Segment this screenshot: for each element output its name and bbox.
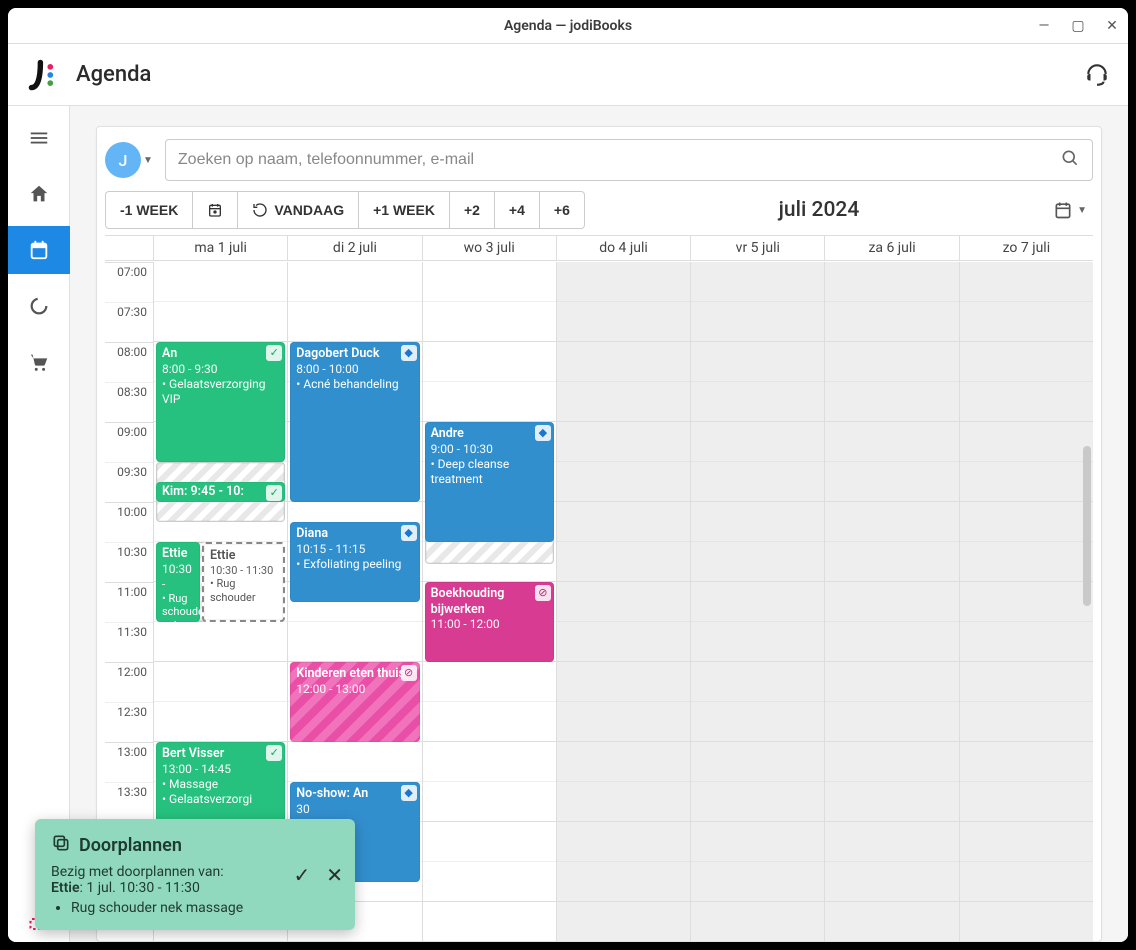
view-picker[interactable]: ▼	[1053, 200, 1093, 220]
time-label: 12:00	[105, 662, 153, 702]
day-header-row: ma 1 juli di 2 juli wo 3 juli do 4 juli …	[105, 236, 1093, 261]
titlebar: Agenda — jodiBooks — ▢ ✕	[8, 8, 1128, 44]
event-ettie[interactable]: Ettie 10:30 - • Rug schouder nek massa	[156, 542, 200, 622]
close-button[interactable]: ✕	[1104, 18, 1120, 34]
maximize-button[interactable]: ▢	[1070, 18, 1086, 34]
confirm-button[interactable]: ✓	[293, 863, 310, 887]
time-label: 09:30	[105, 462, 153, 502]
window-controls: — ▢ ✕	[1036, 18, 1120, 34]
day-header[interactable]: di 2 juli	[287, 236, 421, 260]
event-boekhouding[interactable]: ⊘ Boekhouding bijwerken 11:00 - 12:00	[425, 582, 554, 662]
time-label: 07:30	[105, 302, 153, 342]
day-header[interactable]: zo 7 juli	[959, 236, 1093, 260]
day-header[interactable]: vr 5 juli	[690, 236, 824, 260]
app-window: Agenda — jodiBooks — ▢ ✕ Agenda	[8, 8, 1128, 942]
service-icon: ◆	[535, 425, 551, 441]
check-icon: ✓	[266, 745, 282, 761]
time-label: 08:30	[105, 382, 153, 422]
event-kim[interactable]: ✓ Kim: 9:45 - 10:	[156, 482, 285, 502]
day-column-wed[interactable]: ◆ Andre 9:00 - 10:30 • Deep cleanse trea…	[422, 262, 556, 941]
plus6-button[interactable]: +6	[540, 191, 585, 229]
time-label: 11:00	[105, 582, 153, 622]
minimize-button[interactable]: —	[1036, 18, 1052, 34]
search-field-wrapper[interactable]	[165, 139, 1093, 181]
day-column-fri[interactable]	[690, 262, 824, 941]
time-label: 09:00	[105, 422, 153, 462]
service-icon: ◆	[401, 785, 417, 801]
today-button[interactable]: VANDAAG	[238, 191, 359, 229]
time-label: 08:00	[105, 342, 153, 382]
page-title: Agenda	[76, 62, 151, 87]
day-header[interactable]: ma 1 juli	[153, 236, 287, 260]
copy-icon	[51, 833, 71, 858]
time-label: 10:00	[105, 502, 153, 542]
popover-title: Doorplannen	[79, 835, 182, 856]
day-header[interactable]: wo 3 juli	[422, 236, 556, 260]
calendar-toolbar: -1 WEEK VANDAAG +1 WEEK +2 +4 +6 ju	[105, 191, 1093, 235]
event-ettie-ghost[interactable]: Ettie 10:30 - 11:30 • Rug schouder	[202, 542, 285, 622]
chevron-down-icon: ▼	[143, 155, 153, 166]
time-label: 07:00	[105, 262, 153, 302]
time-label: 13:30	[105, 782, 153, 822]
search-input[interactable]	[178, 151, 1060, 169]
prev-week-button[interactable]: -1 WEEK	[105, 191, 193, 229]
time-label: 11:30	[105, 622, 153, 662]
side-nav	[8, 106, 70, 942]
event-kinderen[interactable]: ⊘ Kinderen eten thuis 12:00 - 13:00	[290, 662, 419, 742]
time-label: 13:00	[105, 742, 153, 782]
nav-cart[interactable]	[8, 338, 70, 386]
menu-toggle[interactable]	[8, 114, 70, 162]
date-picker-button[interactable]	[193, 191, 238, 229]
block-icon: ⊘	[535, 585, 551, 601]
service-icon: ◆	[401, 345, 417, 361]
day-header[interactable]: do 4 juli	[556, 236, 690, 260]
next-week-button[interactable]: +1 WEEK	[359, 191, 450, 229]
chevron-down-icon: ▼	[1077, 205, 1087, 216]
service-icon: ◆	[401, 525, 417, 541]
day-header[interactable]: za 6 juli	[824, 236, 958, 260]
day-header-gutter	[105, 236, 153, 260]
popover-service: Rug schouder nek massage	[71, 900, 339, 916]
avatar: J	[105, 142, 141, 178]
event-andre[interactable]: ◆ Andre 9:00 - 10:30 • Deep cleanse trea…	[425, 422, 554, 542]
day-column-thu[interactable]	[556, 262, 690, 941]
event-dagobert[interactable]: ◆ Dagobert Duck 8:00 - 10:00 • Acné beha…	[290, 342, 419, 502]
nav-home[interactable]	[8, 170, 70, 218]
day-column-sun[interactable]	[959, 262, 1093, 941]
app-body: J ▼ -1 WEEK	[8, 106, 1128, 942]
search-row: J ▼	[105, 135, 1093, 191]
user-picker[interactable]: J ▼	[105, 142, 153, 178]
month-label: juli 2024	[585, 198, 1053, 222]
day-column-sat[interactable]	[824, 262, 958, 941]
nav-agenda[interactable]	[8, 226, 70, 274]
check-icon: ✓	[266, 485, 282, 501]
check-icon: ✓	[266, 345, 282, 361]
time-label: 12:30	[105, 702, 153, 742]
cancel-button[interactable]: ✕	[326, 863, 343, 887]
event-an[interactable]: ✓ An 8:00 - 9:30 • Gelaatsverzorging VIP	[156, 342, 285, 462]
search-icon[interactable]	[1060, 148, 1080, 172]
app-header: Agenda	[8, 44, 1128, 106]
app-logo	[24, 55, 64, 95]
scrollbar-thumb[interactable]	[1083, 446, 1091, 606]
window-title: Agenda — jodiBooks	[504, 18, 632, 34]
plus4-button[interactable]: +4	[495, 191, 540, 229]
time-label: 10:30	[105, 542, 153, 582]
event-diana[interactable]: ◆ Diana 10:15 - 11:15 • Exfoliating peel…	[290, 522, 419, 602]
block-icon: ⊘	[401, 665, 417, 681]
plus2-button[interactable]: +2	[450, 191, 495, 229]
main-area: J ▼ -1 WEEK	[70, 106, 1128, 942]
support-icon[interactable]	[1084, 61, 1112, 89]
nav-progress[interactable]	[8, 282, 70, 330]
reschedule-popover: Doorplannen ✓ ✕ Bezig met doorplannen va…	[35, 819, 355, 930]
